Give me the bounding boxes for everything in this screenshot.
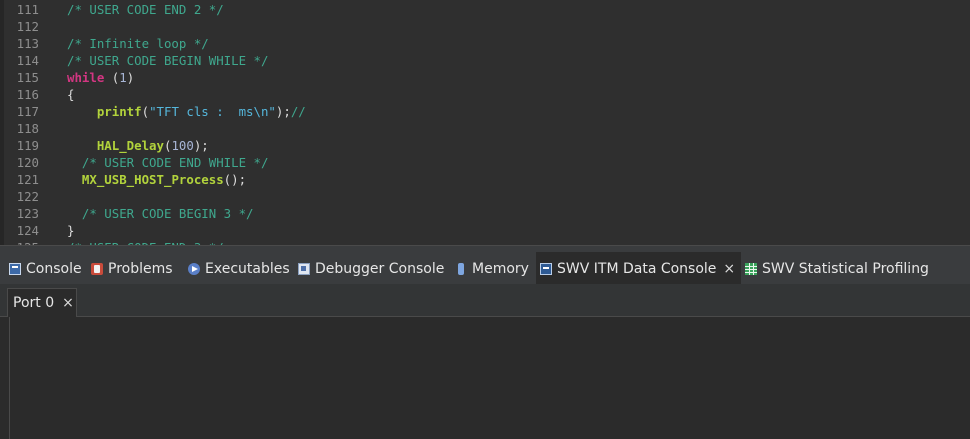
code-token: // <box>290 104 306 119</box>
code-token: { <box>67 87 75 102</box>
tab-debugger-console[interactable]: Debugger Console <box>298 252 444 285</box>
code-text: } <box>67 222 74 239</box>
code-line: 111 /* USER CODE END 2 */ <box>0 1 970 18</box>
code-text: /* Infinite loop */ <box>67 35 209 52</box>
code-token: } <box>67 223 75 238</box>
code-text: /* USER CODE END WHILE */ <box>67 154 269 171</box>
code-text: /* USER CODE BEGIN WHILE */ <box>67 52 268 69</box>
code-editor[interactable]: 111 /* USER CODE END 2 */ 112 113 /* Infinit… <box>0 0 970 245</box>
tab-label: Console <box>26 260 82 277</box>
code-line: 120 /* USER CODE END WHILE */ <box>0 154 970 171</box>
line-number: 123 <box>16 206 39 221</box>
swv-console-panel: Port 0 × <box>0 284 970 439</box>
debugger-console-icon <box>298 262 310 275</box>
memory-icon <box>458 262 464 275</box>
code-line: 116 { <box>0 86 970 103</box>
tab-label: SWV ITM Data Console <box>557 260 717 277</box>
code-text: /* USER CODE BEGIN 3 */ <box>67 205 254 222</box>
code-token: "TFT cls : ms\n" <box>149 104 276 119</box>
line-number: 122 <box>16 189 39 204</box>
code-line: 122 <box>0 188 970 205</box>
tab-swv-statistical-profiling[interactable]: SWV Statistical Profiling <box>745 252 929 285</box>
line-number: 116 <box>16 87 39 102</box>
code-token: printf <box>96 104 142 119</box>
console-output[interactable] <box>9 317 970 439</box>
line-number: 111 <box>16 2 39 17</box>
tab-problems[interactable]: Problems <box>91 252 173 285</box>
code-token: ); <box>193 138 209 153</box>
port-tab-bar: Port 0 × <box>0 284 970 317</box>
code-token: while <box>67 70 105 85</box>
code-text: HAL_Delay(100); <box>67 137 209 154</box>
code-text: { <box>67 86 74 103</box>
code-token: MX_USB_HOST_Process <box>81 172 224 187</box>
line-number: 114 <box>16 53 39 68</box>
code-text: printf("TFT cls : ms\n");// <box>67 103 306 120</box>
console-icon <box>9 262 21 275</box>
code-line: 115 while (1) <box>0 69 970 86</box>
tab-label: Problems <box>108 260 173 277</box>
line-number: 120 <box>16 155 39 170</box>
swv-console-icon <box>540 262 552 275</box>
line-number: 117 <box>16 104 39 119</box>
code-token: 1 <box>119 70 127 85</box>
line-number: 112 <box>16 19 39 34</box>
tab-label: Debugger Console <box>315 260 445 277</box>
code-text: MX_USB_HOST_Process(); <box>67 171 246 188</box>
statistical-profiling-icon <box>745 262 757 275</box>
line-number: 113 <box>16 36 39 51</box>
tab-label: Executables <box>205 260 290 277</box>
code-text: while (1) <box>67 69 134 86</box>
tab-label: SWV Statistical Profiling <box>762 260 929 277</box>
line-number: 124 <box>16 223 39 238</box>
code-token: /* USER CODE BEGIN WHILE */ <box>67 53 269 68</box>
code-line: 112 <box>0 18 970 35</box>
tab-swv-itm-data-console[interactable]: SWV ITM Data Console × <box>536 252 742 285</box>
problems-icon <box>91 262 103 275</box>
line-number: 118 <box>16 121 39 136</box>
line-number: 121 <box>16 172 39 187</box>
code-line: 121 MX_USB_HOST_Process(); <box>0 171 970 188</box>
code-token: ( <box>141 104 150 119</box>
code-line: 114 /* USER CODE BEGIN WHILE */ <box>0 52 970 69</box>
code-line: 118 <box>0 120 970 137</box>
port-tab-label: Port 0 <box>13 295 55 311</box>
code-token: ) <box>126 70 135 85</box>
executables-icon <box>188 262 200 275</box>
code-token: /* Infinite loop */ <box>67 36 209 51</box>
tab-console[interactable]: Console <box>9 252 82 285</box>
close-icon[interactable]: × <box>723 261 735 277</box>
line-number: 119 <box>16 138 39 153</box>
code-token: ); <box>275 104 291 119</box>
code-line: 124} <box>0 222 970 239</box>
code-line: 119 HAL_Delay(100); <box>0 137 970 154</box>
tab-memory[interactable]: Memory <box>455 252 529 285</box>
code-token: (); <box>223 172 247 187</box>
code-line: 123 /* USER CODE BEGIN 3 */ <box>0 205 970 222</box>
tab-executables[interactable]: Executables <box>188 252 290 285</box>
code-token: 100 <box>171 138 194 153</box>
close-icon[interactable]: × <box>62 295 74 311</box>
code-token: /* USER CODE END WHILE */ <box>81 155 269 170</box>
line-number: 115 <box>16 70 39 85</box>
code-line: 117 printf("TFT cls : ms\n");// <box>0 103 970 120</box>
code-token: HAL_Delay <box>96 138 164 153</box>
code-text: /* USER CODE END 2 */ <box>67 1 224 18</box>
code-line: 113 /* Infinite loop */ <box>0 35 970 52</box>
view-tab-bar: Console Problems Executables Debugger Co… <box>0 245 970 285</box>
tab-port-0[interactable]: Port 0 × <box>7 288 77 317</box>
code-token: /* USER CODE BEGIN 3 */ <box>81 206 254 221</box>
code-token: /* USER CODE END 2 */ <box>67 2 224 17</box>
tab-label: Memory <box>472 260 529 277</box>
code-token: ( <box>104 70 120 85</box>
